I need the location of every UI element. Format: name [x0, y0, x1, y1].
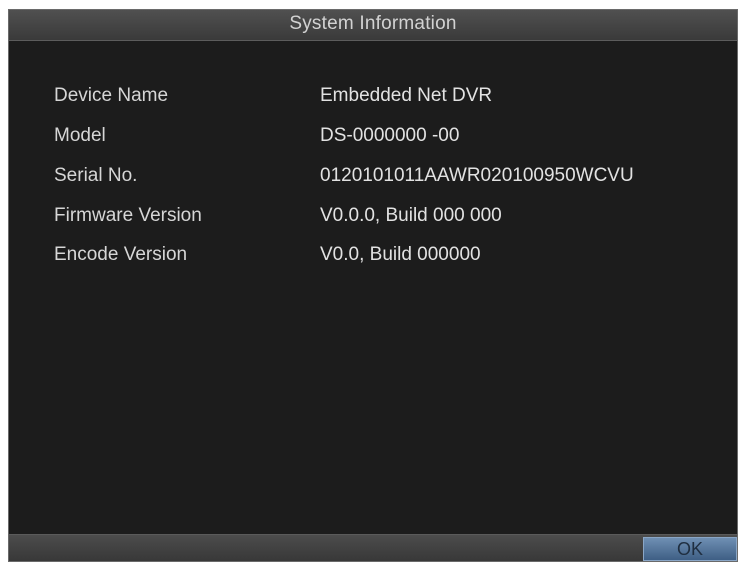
dialog-titlebar: System Information: [9, 10, 737, 41]
info-row-firmware-version: Firmware Version V0.0.0, Build 000 000: [9, 201, 737, 231]
info-row-serial-no: Serial No. 0120101011AAWR020100950WCVU: [9, 161, 737, 191]
encode-version-value: V0.0, Build 000000: [320, 244, 481, 265]
ok-button[interactable]: OK: [643, 537, 737, 561]
model-value: DS-0000000 -00: [320, 125, 460, 146]
system-information-dialog: System Information Device Name Embedded …: [8, 9, 738, 562]
dialog-footer: OK: [9, 534, 737, 561]
info-row-model: Model DS-0000000 -00: [9, 121, 737, 151]
firmware-version-label: Firmware Version: [54, 205, 202, 226]
dialog-title: System Information: [289, 13, 457, 34]
info-row-encode-version: Encode Version V0.0, Build 000000: [9, 240, 737, 270]
encode-version-label: Encode Version: [54, 244, 188, 265]
info-row-device-name: Device Name Embedded Net DVR: [9, 81, 737, 111]
info-panel: Device Name Embedded Net DVR Model DS-00…: [9, 41, 737, 536]
firmware-version-value: V0.0.0, Build 000 000: [320, 205, 502, 226]
device-name-value: Embedded Net DVR: [320, 85, 493, 106]
serial-no-label: Serial No.: [54, 165, 138, 186]
serial-no-value: 0120101011AAWR020100950WCVU: [320, 165, 634, 186]
model-label: Model: [54, 125, 106, 146]
device-name-label: Device Name: [54, 85, 169, 106]
